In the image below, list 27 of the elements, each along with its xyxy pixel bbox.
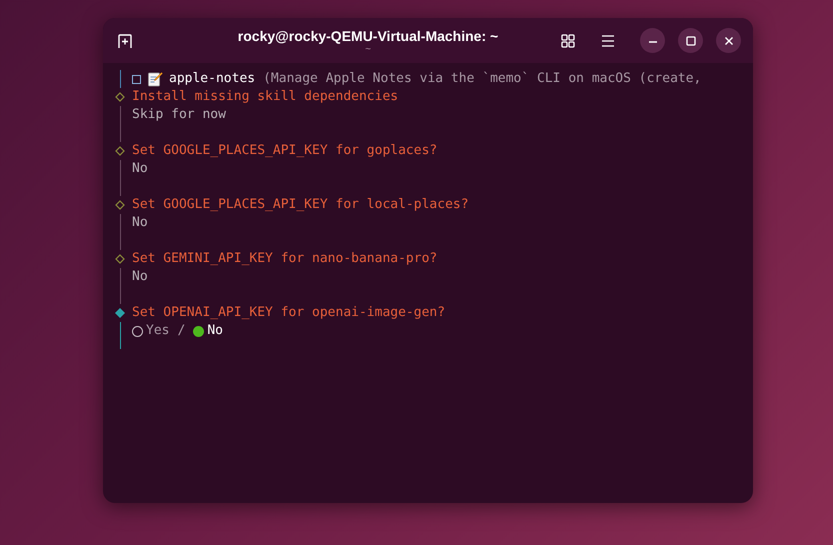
minimize-button[interactable]	[640, 28, 665, 53]
answer-text: No	[132, 160, 148, 178]
close-icon	[724, 36, 734, 46]
separator-text: /	[177, 322, 186, 340]
checkbox[interactable]	[132, 74, 141, 84]
answer-text: Skip for now	[132, 106, 226, 124]
option-label[interactable]: No	[207, 322, 223, 340]
radio-button[interactable]	[132, 326, 143, 336]
close-button[interactable]	[716, 28, 741, 53]
skill-description: (Manage Apple Notes via the `memo` CLI on macOS (create,	[263, 70, 702, 88]
answer-text: No	[132, 268, 148, 286]
prompt-text: Set GEMINI_API_KEY for nano-banana-pro?	[132, 250, 438, 268]
skill-name: apple-notes	[169, 70, 256, 88]
menu-icon[interactable]	[601, 34, 615, 48]
prompt-text: Set GOOGLE_PLACES_API_KEY for goplaces?	[132, 142, 438, 160]
memo-icon	[147, 71, 163, 87]
grid-view-icon[interactable]	[561, 32, 577, 48]
maximize-button[interactable]	[678, 28, 703, 53]
maximize-icon	[686, 36, 696, 46]
prompt-text: Install missing skill dependencies	[132, 88, 398, 106]
option-label[interactable]: Yes	[146, 322, 170, 340]
prompt-text: Set OPENAI_API_KEY for openai-image-gen?	[132, 304, 446, 322]
window-title: rocky@rocky-QEMU-Virtual-Machine: ~	[238, 26, 498, 44]
answer-text: No	[132, 214, 148, 232]
prompt-text: Set GOOGLE_PLACES_API_KEY for local-places?	[132, 196, 469, 214]
window-subtitle: ~	[365, 44, 371, 54]
radio-button[interactable]	[193, 326, 204, 336]
